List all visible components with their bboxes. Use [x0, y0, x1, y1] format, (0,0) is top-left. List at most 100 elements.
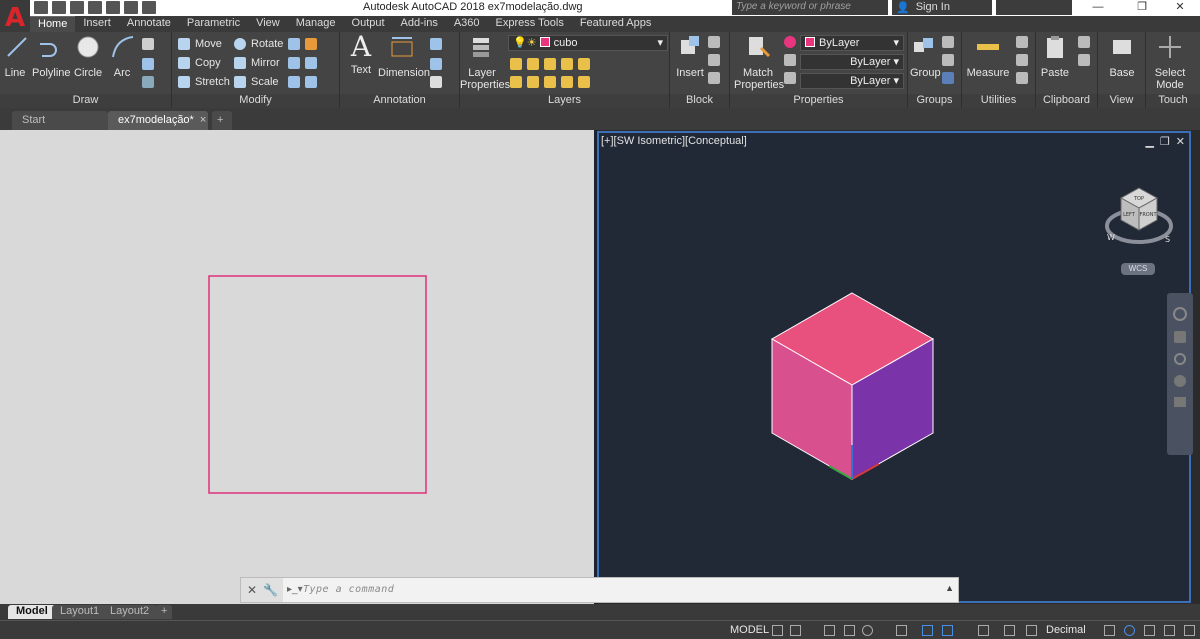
- cube-right-face[interactable]: [851, 338, 934, 480]
- plus-icon[interactable]: [1026, 625, 1037, 636]
- color-dropdown[interactable]: ByLayer ▾: [800, 35, 904, 51]
- tab-parametric[interactable]: Parametric: [179, 16, 248, 32]
- save-as-icon[interactable]: [88, 1, 102, 14]
- arc-button[interactable]: Arc: [110, 34, 134, 79]
- new-tab-button[interactable]: +: [212, 111, 232, 130]
- draw-panel-title[interactable]: Draw: [0, 94, 171, 108]
- close-tab-icon[interactable]: ×: [200, 114, 206, 126]
- select-mode-button[interactable]: Select Mode: [1150, 34, 1190, 91]
- tab-a360[interactable]: A360: [446, 16, 488, 32]
- units-dropdown[interactable]: Decimal: [1046, 624, 1086, 636]
- restore-icon[interactable]: ❐: [1122, 0, 1162, 16]
- viewport-top[interactable]: [0, 130, 594, 604]
- trim-icon[interactable]: [288, 36, 317, 52]
- match-properties-button[interactable]: Match Properties: [734, 34, 784, 91]
- minimize-icon[interactable]: —: [1078, 0, 1118, 16]
- zoom-icon[interactable]: [1174, 353, 1186, 365]
- sign-in-button[interactable]: 👤 Sign In: [892, 0, 992, 15]
- multileader-icon[interactable]: [430, 56, 442, 72]
- help-toolbar[interactable]: [996, 0, 1072, 15]
- group-button[interactable]: Group: [910, 34, 941, 79]
- tab-home[interactable]: Home: [30, 16, 76, 32]
- array-icon[interactable]: [288, 74, 317, 90]
- mirror-button[interactable]: Mirror: [234, 55, 280, 71]
- layers-panel-title[interactable]: Layers: [460, 94, 669, 108]
- add-layout-icon[interactable]: +: [156, 605, 173, 619]
- snap-icon[interactable]: [790, 625, 801, 636]
- ortho-icon[interactable]: [844, 625, 855, 636]
- tab-start[interactable]: Start: [12, 111, 108, 130]
- tab-featured-apps[interactable]: Featured Apps: [572, 16, 660, 32]
- polar-icon[interactable]: [862, 625, 873, 636]
- redo-icon[interactable]: [142, 1, 156, 14]
- insert-button[interactable]: Insert: [674, 34, 706, 79]
- quick-properties-icon[interactable]: [1104, 625, 1115, 636]
- command-input[interactable]: Type a command: [303, 584, 394, 595]
- line-button[interactable]: Line: [4, 34, 27, 79]
- tab-add-ins[interactable]: Add-ins: [393, 16, 446, 32]
- showmotion-icon[interactable]: [1174, 397, 1186, 407]
- text-button[interactable]: A Text: [348, 33, 374, 77]
- layer-tools-row-1[interactable]: [510, 56, 590, 72]
- orbit-icon[interactable]: [1174, 375, 1186, 387]
- move-button[interactable]: Move: [178, 36, 222, 52]
- utility-tools[interactable]: [1016, 36, 1028, 84]
- layer-dropdown[interactable]: 💡☀ cubo ▾: [508, 35, 668, 51]
- gear-icon[interactable]: [1004, 625, 1015, 636]
- cut-icon[interactable]: [1078, 36, 1090, 48]
- print-icon[interactable]: [106, 1, 120, 14]
- isolate-objects-icon[interactable]: [1124, 625, 1135, 636]
- annotation-scale-icon[interactable]: [942, 625, 953, 636]
- circle-button[interactable]: Circle: [74, 34, 102, 79]
- tab-annotate[interactable]: Annotate: [119, 16, 179, 32]
- pan-icon[interactable]: [1174, 331, 1186, 343]
- paste-button[interactable]: Paste: [1040, 34, 1070, 79]
- stretch-button[interactable]: Stretch: [178, 74, 230, 90]
- grid-icon[interactable]: [772, 625, 783, 636]
- tab-model[interactable]: Model: [8, 605, 56, 619]
- scale-button[interactable]: Scale: [234, 74, 279, 90]
- layer-properties-button[interactable]: Layer Properties: [460, 34, 510, 91]
- tab-layout2[interactable]: Layout2: [102, 605, 158, 619]
- close-icon[interactable]: ✕: [1160, 0, 1200, 16]
- steering-wheel-icon[interactable]: [1173, 307, 1187, 321]
- linetype-dropdown[interactable]: ByLayer ▾: [800, 54, 904, 70]
- measure-button[interactable]: Measure: [966, 34, 1010, 79]
- polyline-button[interactable]: Polyline: [32, 34, 71, 79]
- command-prompt-icon[interactable]: ▸_▾: [287, 584, 303, 595]
- tab-express-tools[interactable]: Express Tools: [488, 16, 572, 32]
- block-tools[interactable]: [708, 36, 720, 84]
- dimension-button[interactable]: Dimension: [378, 34, 430, 79]
- cube-left-face[interactable]: [771, 338, 853, 480]
- modify-panel-title[interactable]: Modify: [172, 94, 339, 108]
- view-panel-title[interactable]: View: [1098, 94, 1145, 108]
- viewcube[interactable]: TOP LEFT FRONT W S: [1099, 178, 1179, 258]
- block-panel-title[interactable]: Block: [670, 94, 729, 108]
- maximize-viewport-icon[interactable]: ❐: [1160, 135, 1170, 148]
- square-outline[interactable]: [208, 275, 427, 494]
- object-snap-icon[interactable]: [922, 625, 933, 636]
- save-icon[interactable]: [70, 1, 84, 14]
- open-icon[interactable]: [52, 1, 66, 14]
- navigation-bar[interactable]: [1167, 293, 1193, 455]
- base-button[interactable]: Base: [1104, 34, 1140, 79]
- table-icon[interactable]: [430, 74, 442, 90]
- infer-constraints-icon[interactable]: [824, 625, 835, 636]
- clean-screen-icon[interactable]: [1164, 625, 1175, 636]
- viewport-label[interactable]: [+][SW Isometric][Conceptual]: [601, 135, 747, 147]
- lineweight-dropdown[interactable]: ByLayer ▾: [800, 73, 904, 89]
- tab-layout1[interactable]: Layout1: [52, 605, 108, 619]
- command-history-icon[interactable]: ▲: [945, 583, 954, 593]
- hardware-acceleration-icon[interactable]: [1144, 625, 1155, 636]
- wcs-menu[interactable]: WCS: [1121, 263, 1155, 275]
- isodraft-icon[interactable]: [896, 625, 907, 636]
- boundary-icon[interactable]: [142, 74, 154, 90]
- new-icon[interactable]: [34, 1, 48, 14]
- properties-panel-title[interactable]: Properties: [730, 94, 907, 108]
- groups-panel-title[interactable]: Groups: [908, 94, 961, 108]
- undo-icon[interactable]: [124, 1, 138, 14]
- tab-insert[interactable]: Insert: [75, 16, 119, 32]
- copy-clip-icon[interactable]: [1078, 54, 1090, 66]
- model-space-toggle[interactable]: MODEL: [730, 624, 769, 636]
- layer-tools-row-2[interactable]: [510, 74, 590, 90]
